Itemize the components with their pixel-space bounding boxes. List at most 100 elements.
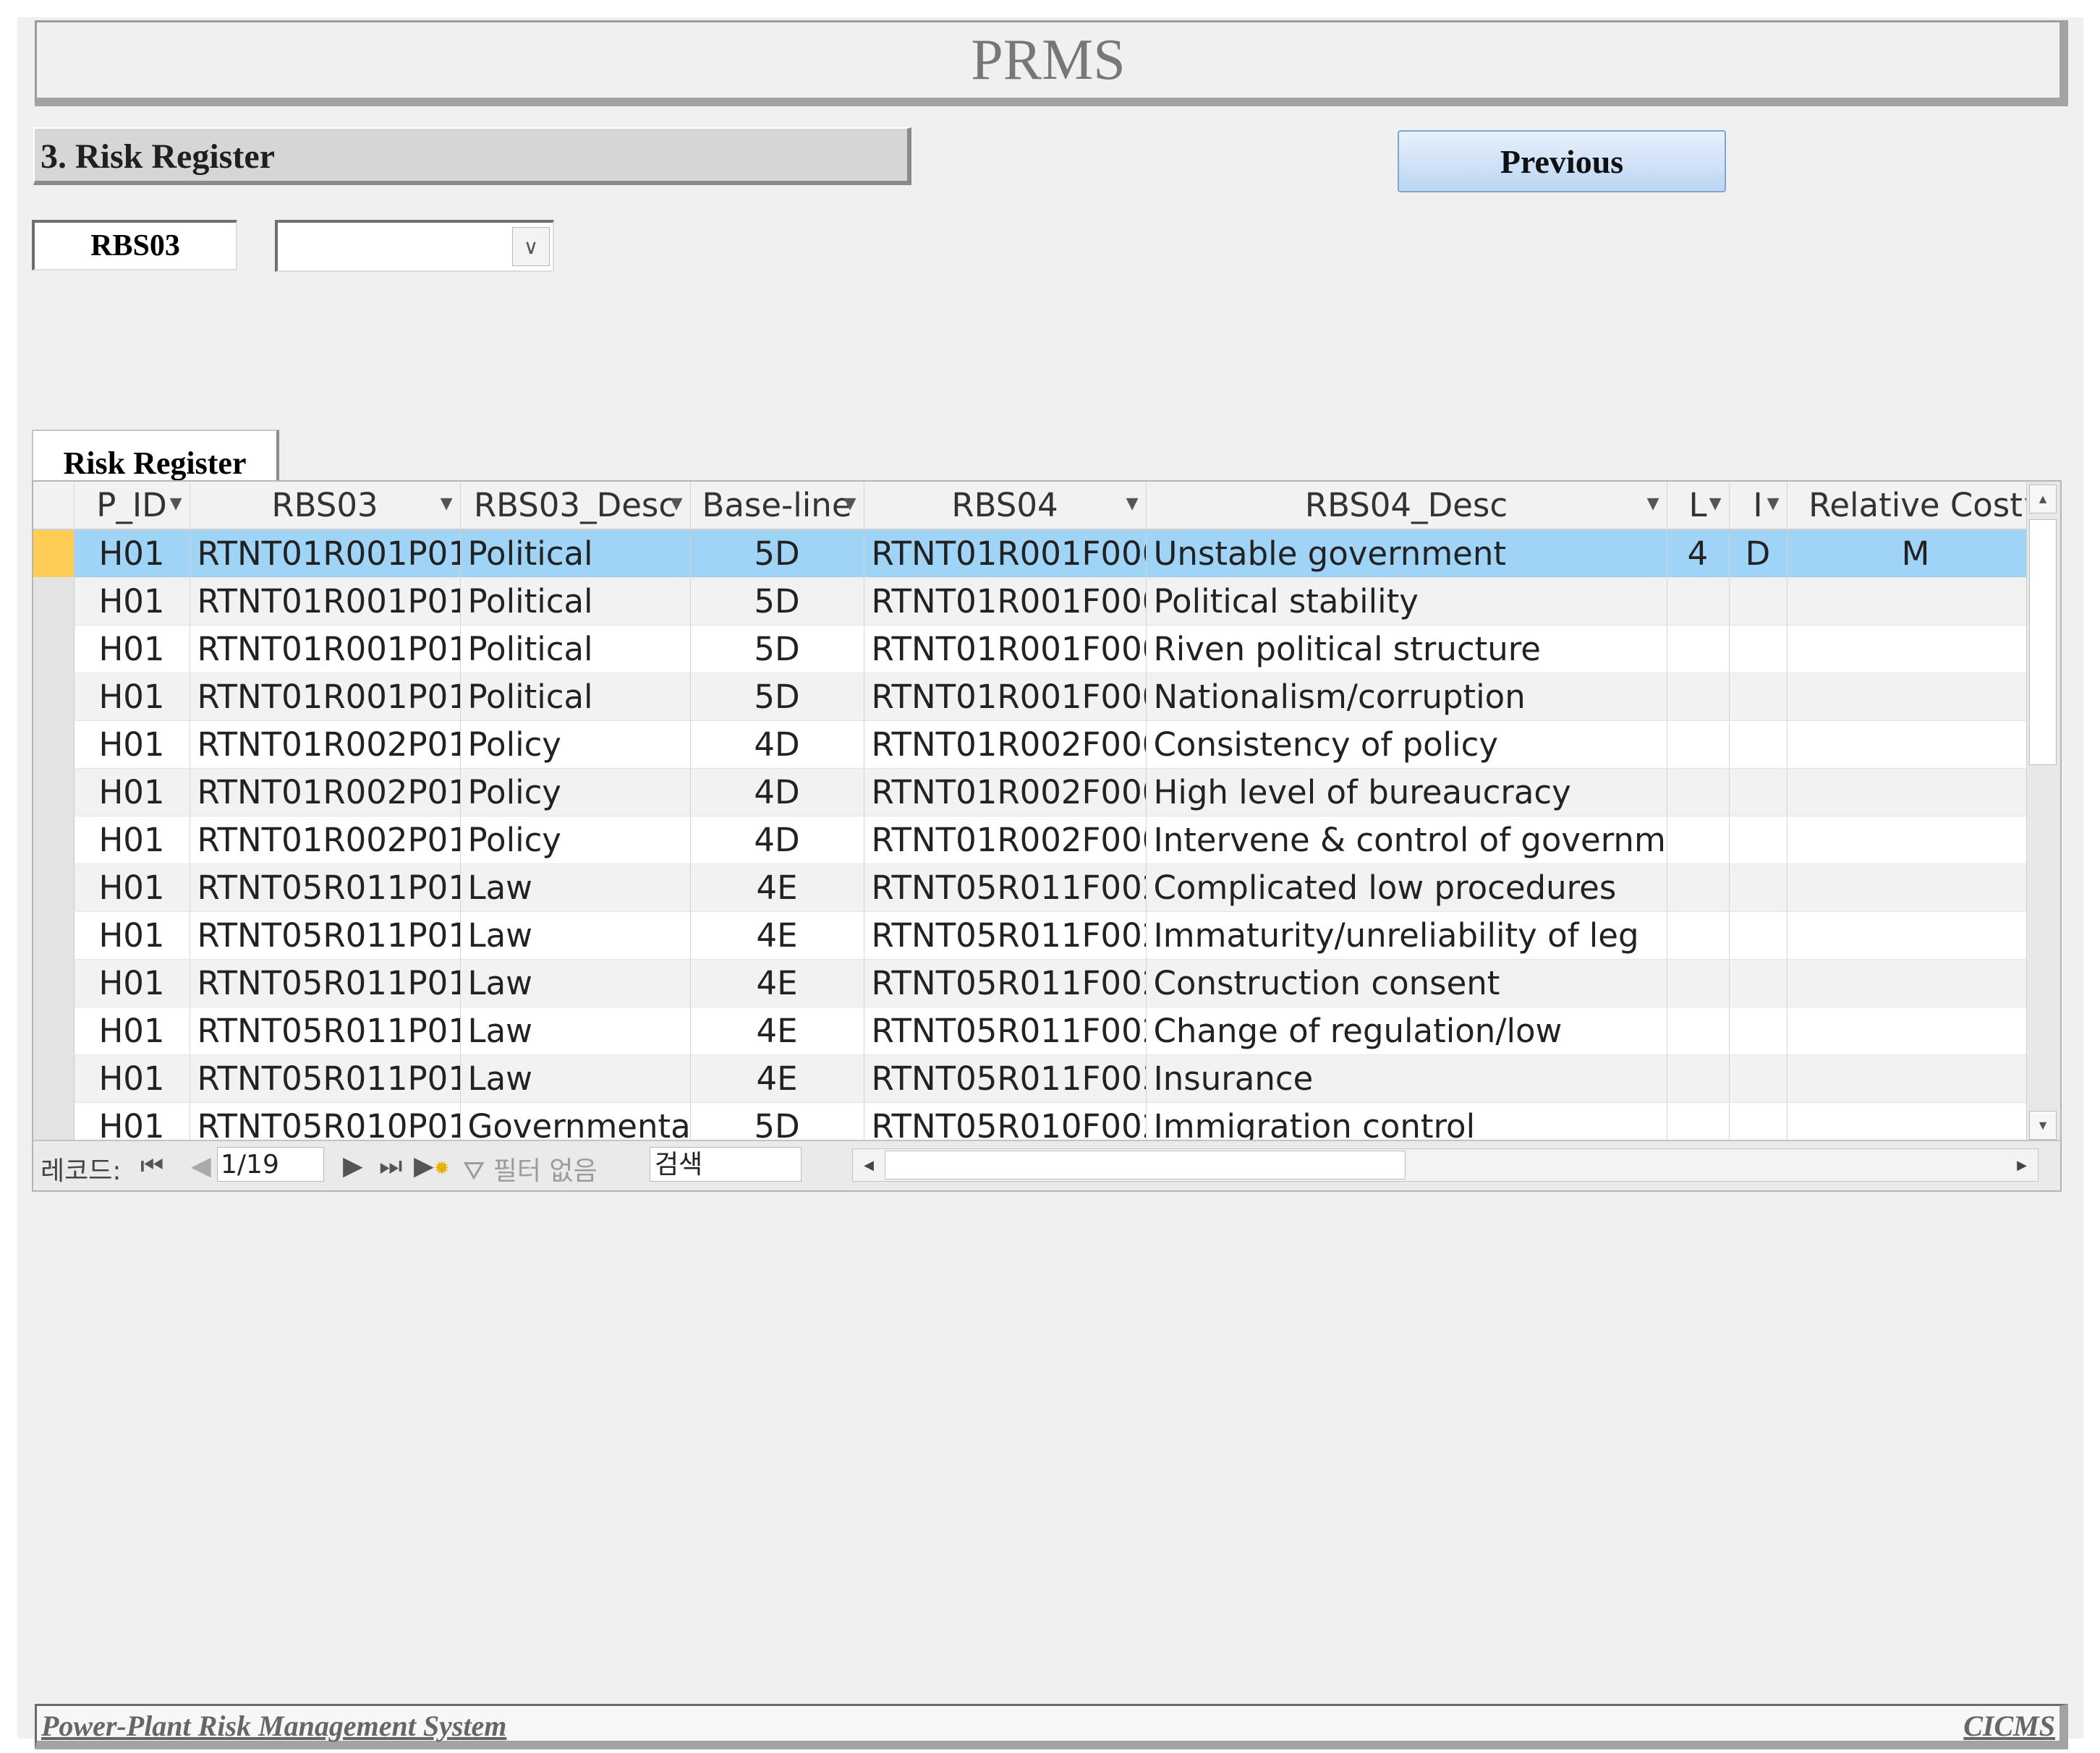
next-record-icon[interactable]: ▶ xyxy=(343,1151,363,1181)
table-cell[interactable] xyxy=(1667,1054,1730,1103)
previous-button[interactable]: Previous xyxy=(1398,130,1726,192)
table-row[interactable]: H01RTNT01R002P010Policy4DRTNT01R002F0005… xyxy=(33,720,2045,769)
table-cell[interactable]: M xyxy=(1787,529,2045,578)
table-cell[interactable] xyxy=(1667,577,1730,626)
scroll-up-icon[interactable]: ▲ xyxy=(2029,485,2057,513)
table-cell[interactable] xyxy=(1787,959,2045,1007)
table-row[interactable]: H01RTNT01R001P010Political5DRTNT01R001F0… xyxy=(33,673,2045,721)
column-header[interactable]: I ▼ xyxy=(1729,482,1787,530)
record-selector[interactable] xyxy=(33,529,75,578)
vertical-scrollbar[interactable]: ▲ ▼ xyxy=(2026,482,2060,1143)
table-cell[interactable] xyxy=(1787,577,2045,626)
table-cell[interactable]: H01 xyxy=(74,577,190,626)
table-cell[interactable] xyxy=(1667,768,1730,816)
last-record-icon[interactable]: ⏭ xyxy=(379,1151,402,1182)
scroll-left-icon[interactable]: ◀ xyxy=(854,1151,883,1180)
table-cell[interactable] xyxy=(1729,911,1787,960)
column-header[interactable]: Relative Cost▼ xyxy=(1787,482,2045,530)
table-cell[interactable]: RTNT05R011P010 xyxy=(190,1054,461,1103)
table-cell[interactable]: RTNT01R002F0007 xyxy=(864,816,1147,864)
table-cell[interactable] xyxy=(1729,1007,1787,1055)
table-row[interactable]: H01RTNT05R011P010Law4ERTNT05R011F0029Cha… xyxy=(33,1007,2045,1055)
table-cell[interactable]: RTNT01R002P010 xyxy=(190,720,461,769)
table-cell[interactable]: RTNT05R011P010 xyxy=(190,1007,461,1055)
table-row[interactable]: H01RTNT05R011P010Law4ERTNT05R011F0027Imm… xyxy=(33,911,2045,960)
column-filter-icon[interactable]: ▼ xyxy=(170,495,182,513)
column-header[interactable]: RBS04_Desc ▼ xyxy=(1146,482,1667,530)
table-cell[interactable] xyxy=(1667,911,1730,960)
record-selector[interactable] xyxy=(33,625,75,673)
table-cell[interactable]: 5D xyxy=(690,529,864,578)
column-header[interactable]: Base-line ▼ xyxy=(690,482,864,530)
record-selector[interactable] xyxy=(33,673,75,721)
table-cell[interactable] xyxy=(1729,720,1787,769)
table-cell[interactable]: Political stability xyxy=(1146,577,1667,626)
column-header[interactable]: RBS04 ▼ xyxy=(864,482,1147,530)
table-cell[interactable] xyxy=(1667,1007,1730,1055)
table-cell[interactable]: Riven political structure xyxy=(1146,625,1667,673)
table-cell[interactable]: Consistency of policy xyxy=(1146,720,1667,769)
table-cell[interactable] xyxy=(1787,911,2045,960)
table-cell[interactable] xyxy=(1787,1054,2045,1103)
table-cell[interactable] xyxy=(1729,577,1787,626)
table-cell[interactable]: RTNT05R011P010 xyxy=(190,959,461,1007)
table-cell[interactable]: RTNT01R002P010 xyxy=(190,768,461,816)
column-header[interactable]: RBS03 ▼ xyxy=(190,482,461,530)
table-cell[interactable]: Law xyxy=(460,959,691,1007)
table-cell[interactable]: H01 xyxy=(74,911,190,960)
chevron-down-icon[interactable]: ∨ xyxy=(512,227,550,266)
table-cell[interactable]: RTNT01R002F0006 xyxy=(864,768,1147,816)
table-cell[interactable]: High level of bureaucracy xyxy=(1146,768,1667,816)
record-position-input[interactable]: 1/19 xyxy=(217,1147,324,1182)
table-cell[interactable]: H01 xyxy=(74,816,190,864)
new-record-icon[interactable]: ▶✹ xyxy=(414,1151,449,1181)
table-cell[interactable]: RTNT01R001F0001 xyxy=(864,529,1147,578)
no-filter-indicator[interactable]: ⛛ 필터 없음 xyxy=(463,1150,598,1187)
table-cell[interactable]: 5D xyxy=(690,673,864,721)
record-selector[interactable] xyxy=(33,911,75,960)
table-cell[interactable]: H01 xyxy=(74,529,190,578)
scroll-down-icon[interactable]: ▼ xyxy=(2029,1111,2057,1140)
table-cell[interactable]: 4 xyxy=(1667,529,1730,578)
table-cell[interactable]: RTNT05R011F0027 xyxy=(864,911,1147,960)
table-row[interactable]: H01RTNT01R001P010Political5DRTNT01R001F0… xyxy=(33,577,2045,626)
table-cell[interactable]: D xyxy=(1729,529,1787,578)
column-header[interactable]: P_ID ▼ xyxy=(74,482,190,530)
column-filter-icon[interactable]: ▼ xyxy=(1767,495,1780,513)
record-selector[interactable] xyxy=(33,577,75,626)
table-cell[interactable]: 5D xyxy=(690,625,864,673)
table-cell[interactable]: Political xyxy=(460,577,691,626)
table-cell[interactable]: RTNT01R001P010 xyxy=(190,529,461,578)
prev-record-icon[interactable]: ◀ xyxy=(191,1151,211,1181)
table-cell[interactable]: Immaturity/unreliability of leg xyxy=(1146,911,1667,960)
table-cell[interactable]: RTNT05R011F0029 xyxy=(864,1007,1147,1055)
horizontal-scroll-thumb[interactable] xyxy=(885,1151,1406,1180)
table-cell[interactable]: H01 xyxy=(74,720,190,769)
table-cell[interactable]: Law xyxy=(460,1054,691,1103)
table-cell[interactable]: 4E xyxy=(690,863,864,912)
table-cell[interactable] xyxy=(1729,959,1787,1007)
table-cell[interactable]: RTNT01R001P010 xyxy=(190,577,461,626)
table-cell[interactable]: 4E xyxy=(690,1054,864,1103)
table-cell[interactable]: 4E xyxy=(690,959,864,1007)
table-row[interactable]: H01RTNT05R011P010Law4ERTNT05R011F0026Com… xyxy=(33,863,2045,912)
table-cell[interactable]: RTNT05R011F0030 xyxy=(864,1054,1147,1103)
table-cell[interactable]: 4D xyxy=(690,768,864,816)
column-filter-icon[interactable]: ▼ xyxy=(1709,495,1722,513)
table-cell[interactable]: Policy xyxy=(460,720,691,769)
table-row[interactable]: H01RTNT01R002P010Policy4DRTNT01R002F0007… xyxy=(33,816,2045,864)
table-cell[interactable]: 4E xyxy=(690,911,864,960)
table-cell[interactable]: H01 xyxy=(74,673,190,721)
table-cell[interactable] xyxy=(1729,768,1787,816)
vertical-scroll-thumb[interactable] xyxy=(2029,519,2057,765)
column-header[interactable]: L ▼ xyxy=(1667,482,1730,530)
table-cell[interactable] xyxy=(1787,863,2045,912)
table-cell[interactable]: Law xyxy=(460,911,691,960)
search-input[interactable]: 검색 xyxy=(650,1147,802,1182)
record-selector[interactable] xyxy=(33,959,75,1007)
table-cell[interactable]: Complicated low procedures xyxy=(1146,863,1667,912)
table-cell[interactable]: RTNT05R011F0028 xyxy=(864,959,1147,1007)
record-selector[interactable] xyxy=(33,1007,75,1055)
table-cell[interactable]: 4D xyxy=(690,720,864,769)
table-cell[interactable] xyxy=(1787,1007,2045,1055)
